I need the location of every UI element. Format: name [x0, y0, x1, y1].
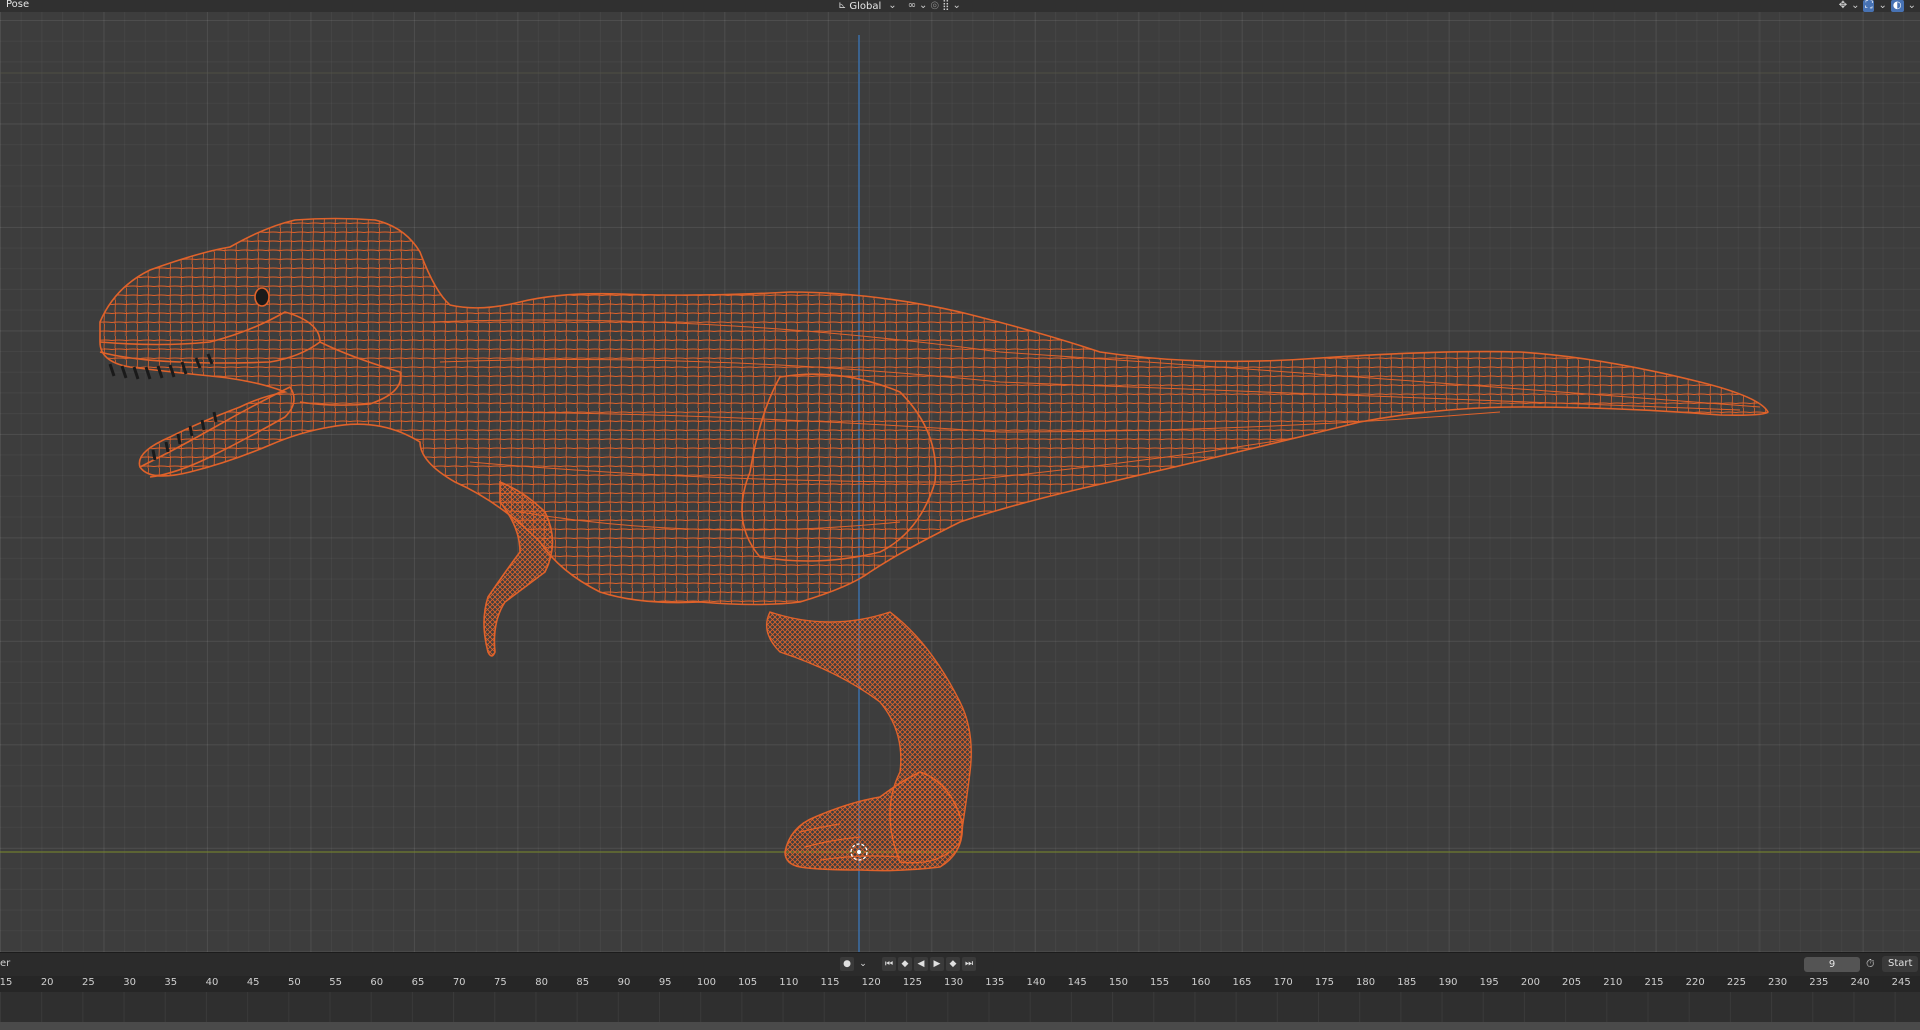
ruler-tick: 245 [1891, 977, 1911, 988]
ruler-tick: 75 [494, 977, 507, 988]
ruler-tick: 115 [820, 977, 840, 988]
transform-orientation-icon[interactable]: ⊾ [838, 0, 846, 12]
right-toolbar: ✥ ⌄ ⛶ ⌄ ◐ ⌄ [1839, 0, 1916, 12]
ruler-tick: 230 [1768, 977, 1788, 988]
ruler-tick: 80 [535, 977, 548, 988]
snap-grid-icon[interactable]: ⣿ [942, 0, 949, 12]
ruler-tick: 60 [370, 977, 384, 988]
ruler-tick: 160 [1191, 977, 1211, 988]
mode-label[interactable]: Pose [6, 0, 29, 10]
viewport-shading-icon[interactable]: ◐ [1890, 0, 1904, 12]
play-icon[interactable]: ▶ [930, 957, 944, 971]
overlay-icon[interactable]: ⛶ [1863, 0, 1875, 12]
ruler-tick: 200 [1520, 977, 1540, 988]
viewport-canvas[interactable] [0, 12, 1920, 952]
chevron-down-icon[interactable]: ⌄ [919, 0, 927, 12]
ruler-tick: 225 [1726, 977, 1746, 988]
3d-viewport[interactable] [0, 12, 1920, 952]
ruler-tick: 110 [779, 977, 799, 988]
timeline-track[interactable] [0, 992, 1920, 1022]
ruler-tick: 205 [1562, 977, 1582, 988]
ruler-tick: 25 [82, 977, 95, 988]
viewport-header: Pose ⊾ Global ⌄ ∞ ⌄ ◎ ⣿ ⌄ ✥ ⌄ ⛶ ⌄ ◐ ⌄ [0, 0, 1920, 12]
chevron-down-icon[interactable]: ⌄ [1878, 0, 1886, 12]
ruler-tick: 240 [1850, 977, 1870, 988]
current-frame-field[interactable]: 9 [1804, 957, 1860, 972]
ruler-tick: 15 [0, 977, 13, 988]
chevron-down-icon[interactable]: ⌄ [1908, 0, 1916, 12]
jump-end-icon[interactable]: ⏭ [962, 957, 976, 971]
ruler-tick: 180 [1356, 977, 1376, 988]
ruler-tick: 185 [1397, 977, 1417, 988]
chevron-down-icon[interactable]: ⌄ [856, 957, 870, 971]
gizmo-icon[interactable]: ✥ [1839, 0, 1847, 12]
transform-orientation[interactable]: ⊾ Global ⌄ ∞ ⌄ ◎ ⣿ ⌄ [838, 0, 961, 12]
ruler-tick: 165 [1232, 977, 1252, 988]
timeline-header: er ● ⌄ ⏮ ◆ ◀ ▶ ◆ ⏭ 9 ⏱ Start [0, 952, 1920, 977]
playback-controls: ● ⌄ ⏮ ◆ ◀ ▶ ◆ ⏭ [840, 957, 976, 971]
ruler-tick: 20 [40, 977, 54, 988]
ruler-tick: 145 [1067, 977, 1087, 988]
ruler-tick: 70 [452, 977, 466, 988]
status-bar [0, 1022, 1920, 1030]
ruler-tick: 35 [164, 977, 178, 988]
chevron-down-icon[interactable]: ⌄ [952, 0, 960, 12]
next-keyframe-icon[interactable]: ◆ [946, 957, 960, 971]
ruler-tick: 150 [1108, 977, 1128, 988]
editor-type-label[interactable]: er [0, 958, 10, 969]
trex-body-shading [100, 218, 1768, 605]
start-frame-label[interactable]: Start [1882, 956, 1919, 972]
ruler-tick: 40 [205, 977, 219, 988]
ruler-tick: 170 [1273, 977, 1293, 988]
ruler-tick: 195 [1479, 977, 1499, 988]
jump-start-icon[interactable]: ⏮ [882, 957, 896, 971]
record-icon[interactable]: ● [840, 957, 854, 971]
stopwatch-icon[interactable]: ⏱ [1866, 957, 1875, 971]
timeline-ruler[interactable]: 15 20 25 30 35 40 45 50 55 60 65 70 75 80 85 90 95 100 105… [0, 976, 1920, 992]
ruler-tick: 45 [246, 977, 260, 988]
ruler-tick: 105 [738, 977, 758, 988]
ruler-tick: 140 [1026, 977, 1046, 988]
trex-eye [254, 287, 270, 307]
ruler-tick: 125 [902, 977, 922, 988]
chevron-down-icon[interactable]: ⌄ [1851, 0, 1859, 12]
ruler-tick: 65 [411, 977, 425, 988]
ruler-tick: 30 [123, 977, 136, 988]
ruler-tick: 85 [576, 977, 590, 988]
ruler-tick: 220 [1685, 977, 1705, 988]
ruler-tick: 190 [1438, 977, 1458, 988]
prev-keyframe-icon[interactable]: ◆ [898, 957, 912, 971]
ruler-tick: 100 [696, 977, 716, 988]
transform-orientation-value[interactable]: Global [849, 1, 881, 12]
ruler-tick: 95 [658, 977, 672, 988]
trex-wireframe[interactable] [99, 217, 1769, 872]
ruler-tick: 215 [1644, 977, 1664, 988]
snap-link-icon[interactable]: ∞ [908, 0, 916, 12]
play-reverse-icon[interactable]: ◀ [914, 957, 928, 971]
proportional-editing-icon[interactable]: ◎ [930, 0, 939, 12]
ruler-tick: 120 [861, 977, 881, 988]
ruler-tick: 55 [329, 977, 342, 988]
ruler-tick: 175 [1314, 977, 1334, 988]
ruler-tick: 50 [288, 977, 301, 988]
ruler-tick: 210 [1603, 977, 1623, 988]
ruler-tick: 90 [617, 977, 631, 988]
trex-thigh [741, 373, 937, 562]
ruler-tick: 235 [1809, 977, 1829, 988]
ruler-tick: 155 [1150, 977, 1170, 988]
ruler-tick: 130 [944, 977, 964, 988]
chevron-down-icon[interactable]: ⌄ [888, 0, 896, 12]
ruler-tick: 135 [985, 977, 1005, 988]
